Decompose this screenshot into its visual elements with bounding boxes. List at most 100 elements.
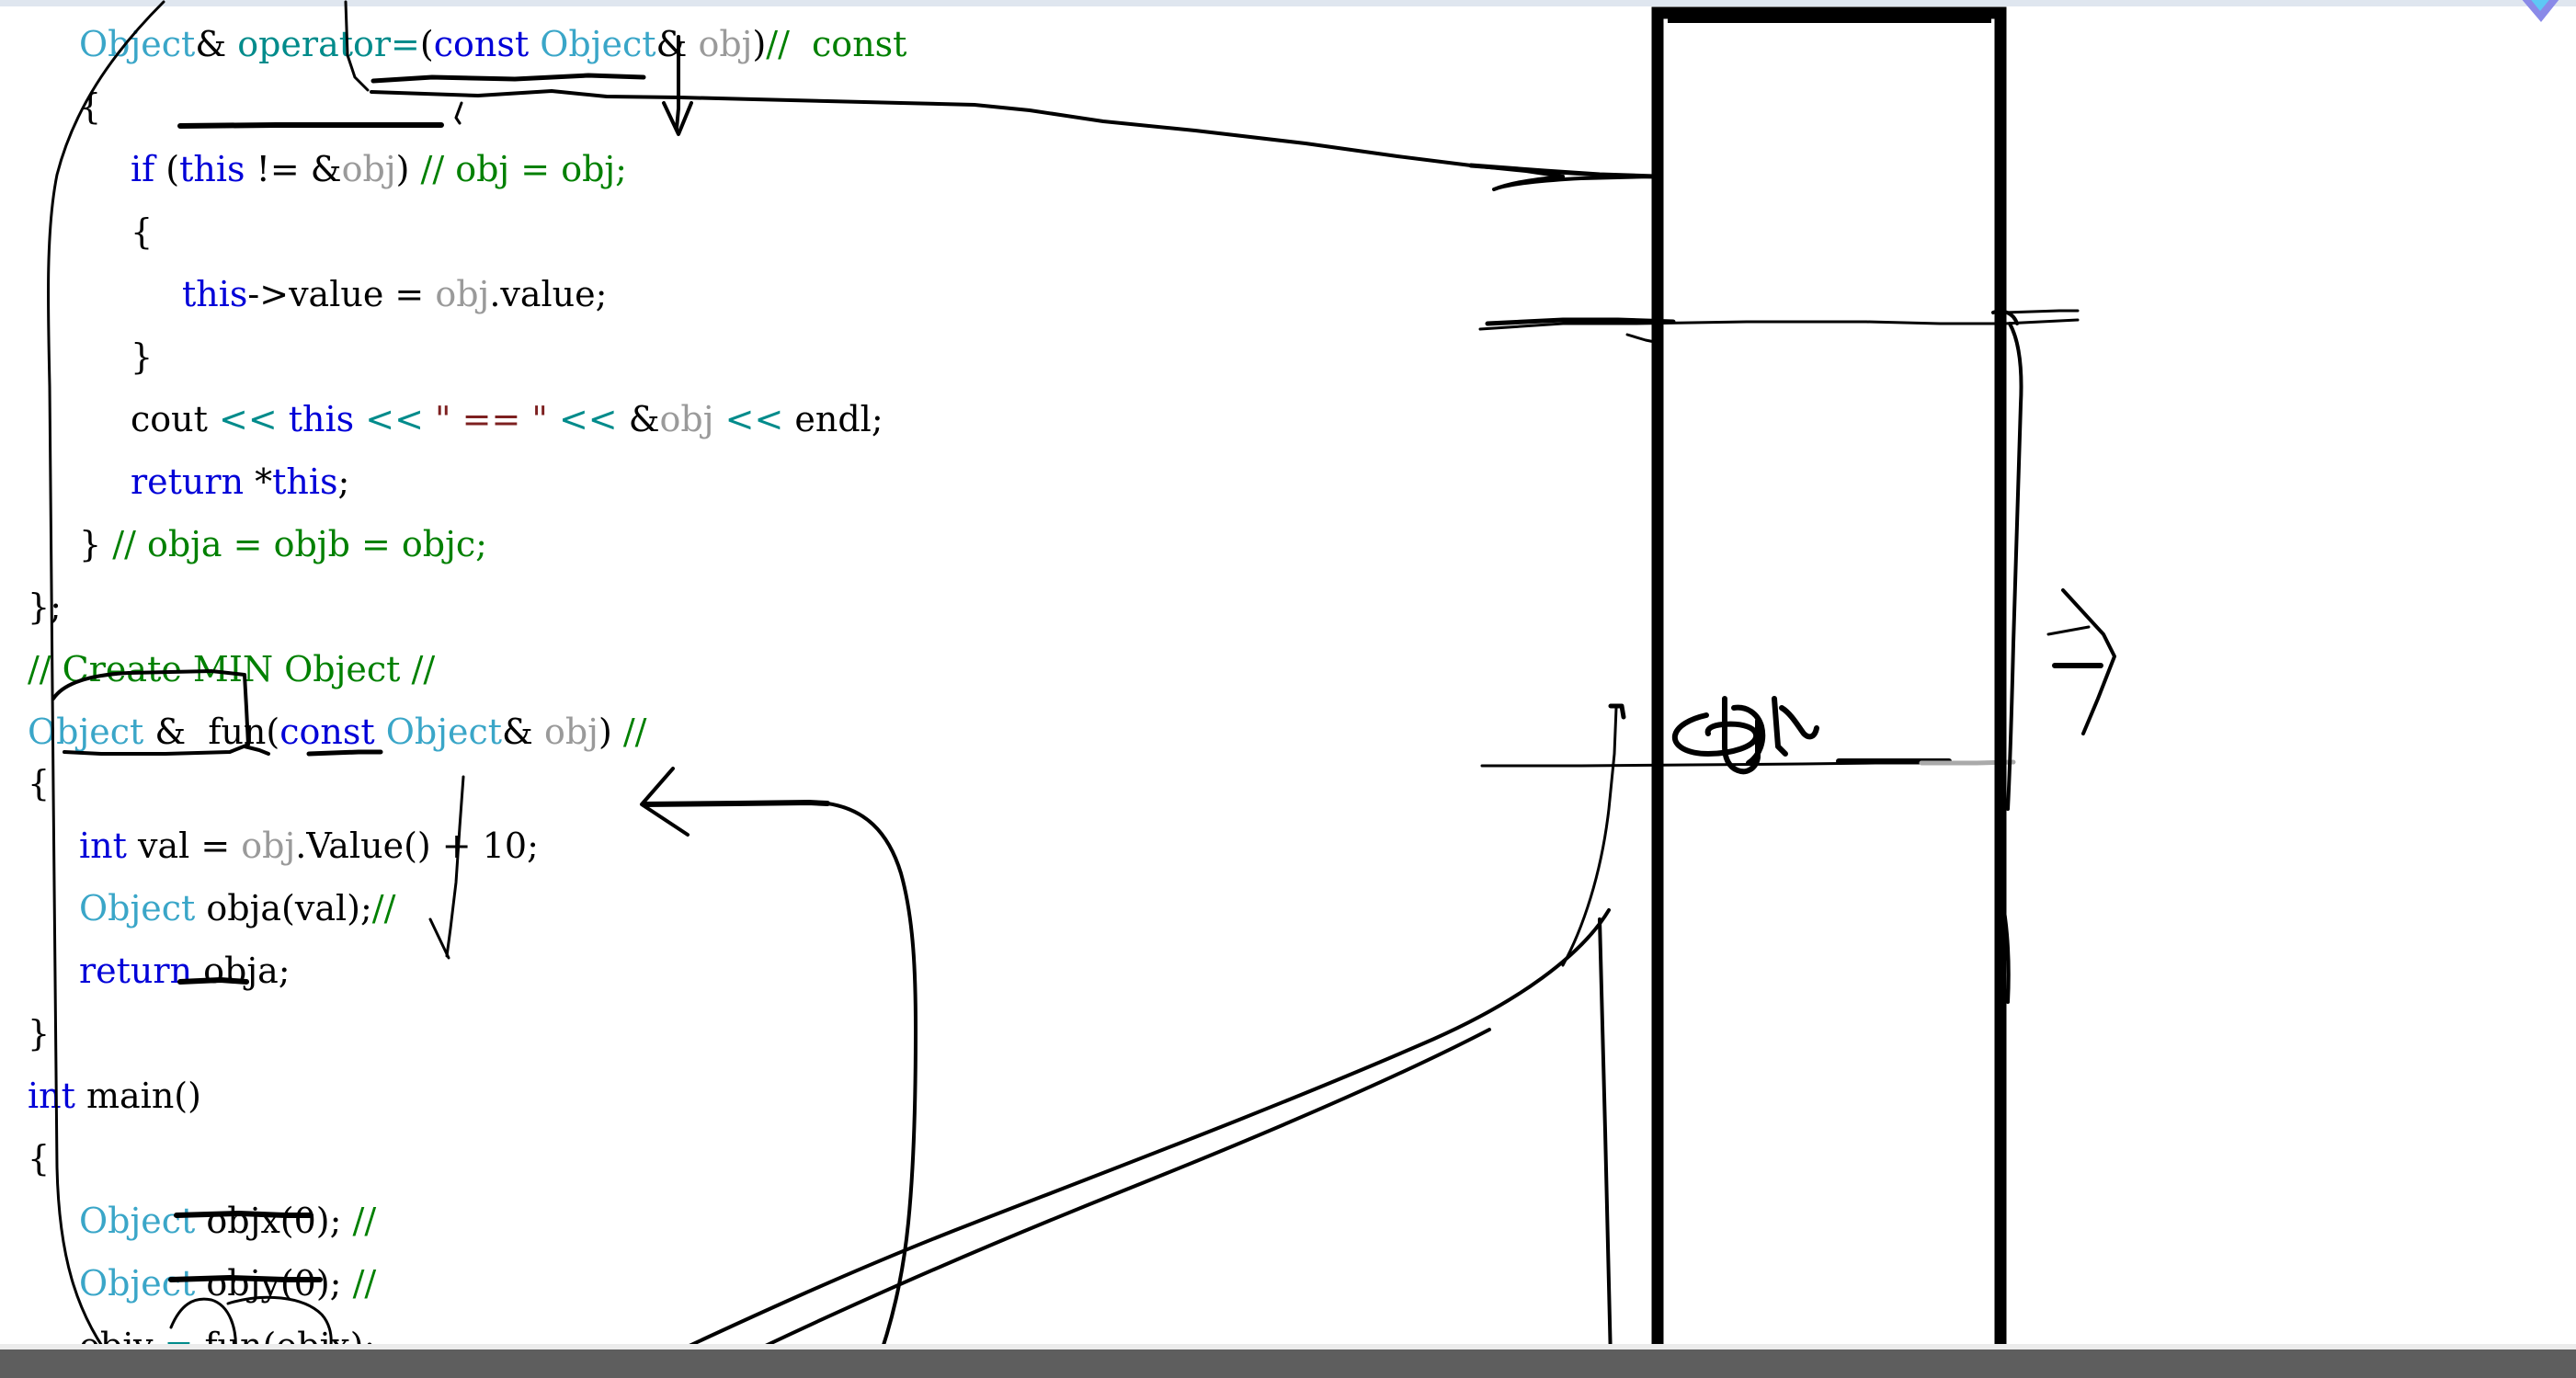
code-line: // Create MIN Object //	[28, 638, 435, 700]
code-token: ->value =	[247, 274, 436, 314]
code-line: {	[28, 1127, 50, 1190]
code-token: this	[182, 274, 248, 314]
code-line: return *this;	[131, 450, 349, 513]
code-line: Object obja(val);//	[79, 877, 395, 940]
code-token: int	[79, 826, 127, 866]
code-token: )	[752, 24, 767, 64]
code-line: Object objx(0); //	[79, 1190, 376, 1252]
obj-memory-box	[1651, 6, 2007, 1378]
ink-rule-box-upper-b	[1485, 317, 1676, 326]
obj-memory-box-top-bar	[1668, 15, 1991, 23]
code-token: Object	[79, 24, 196, 64]
ink-hook-right-top	[1991, 309, 2019, 325]
code-token: Object	[79, 1201, 196, 1241]
ink-rule-box-lower-c	[1919, 759, 2016, 766]
code-token: &	[143, 712, 209, 752]
code-token: obja(val);	[195, 888, 372, 928]
code-token: )	[395, 149, 421, 189]
code-token: obj	[241, 826, 296, 866]
code-token: objy(0);	[195, 1263, 353, 1304]
code-token: .value;	[489, 274, 608, 314]
code-line: if (this != &obj) // obj = obj;	[131, 138, 627, 200]
code-token: cout	[131, 399, 219, 439]
code-line: Object& operator=(const Object& obj)// c…	[79, 13, 906, 75]
code-token: <<	[365, 399, 424, 439]
code-token: Object	[385, 712, 503, 752]
handwritten-obj-b-bowl	[1731, 704, 1766, 766]
code-token: *	[244, 461, 273, 502]
code-line: int main()	[28, 1065, 201, 1127]
code-line: {	[79, 75, 101, 138]
code-token: objx(0);	[195, 1201, 353, 1241]
code-token: // Create MIN Object //	[28, 649, 436, 689]
code-token: obj	[698, 24, 753, 64]
code-token: operator=	[237, 24, 420, 64]
code-token: //	[352, 1263, 377, 1304]
code-token: " == "	[435, 399, 548, 439]
code-token: ;	[337, 461, 350, 502]
code-token: <<	[218, 399, 278, 439]
ink-hook-left-of-obj-top	[1608, 703, 1626, 720]
ink-rule-box-lower-a	[1480, 761, 1942, 768]
ink-hook-box-bottom	[1598, 917, 1613, 1362]
ink-hook-left-of-obj	[1561, 706, 1618, 967]
code-token: };	[28, 587, 62, 627]
code-token: main()	[74, 1076, 201, 1116]
code-token: &	[655, 24, 699, 64]
code-line: }	[131, 325, 153, 388]
code-token: }	[28, 1013, 51, 1053]
code-token: Object	[540, 24, 656, 64]
code-token: obj	[659, 399, 714, 439]
code-token: const	[433, 24, 530, 64]
code-token: obja;	[192, 951, 291, 991]
code-line: {	[28, 752, 50, 814]
code-line: } // obja = objb = objc;	[79, 513, 487, 575]
code-token: endl;	[783, 399, 883, 439]
code-token: &	[617, 399, 660, 439]
code-token: return	[79, 951, 193, 991]
ink-arrow-right-outside-feather	[2046, 625, 2091, 636]
handwritten-obj-o	[1671, 712, 1760, 757]
code-token: {	[28, 1138, 51, 1179]
handwritten-obj-j	[1772, 696, 1788, 757]
code-token: }	[79, 524, 113, 564]
ink-flow-to-box-top	[1492, 175, 1657, 191]
code-token: Object	[28, 712, 144, 752]
code-line: int val = obj.Value() + 10;	[79, 814, 539, 877]
code-token: .Value() + 10;	[295, 826, 539, 866]
code-token: return	[131, 461, 245, 502]
code-token: int	[28, 1076, 75, 1116]
code-line: Object objy(0); //	[79, 1252, 376, 1315]
code-token: obj	[543, 712, 598, 752]
code-line: this->value = obj.value;	[182, 263, 607, 325]
code-line: cout << this << " == " << &obj << endl;	[131, 388, 883, 450]
horizontal-scrollbar[interactable]	[0, 1350, 2576, 1378]
code-line: return obja;	[79, 940, 291, 1002]
code-token: obj	[341, 149, 396, 189]
code-token: != &	[245, 149, 342, 189]
code-token: <<	[558, 399, 618, 439]
code-token: (	[154, 149, 180, 189]
code-token: &	[502, 712, 544, 752]
code-token: obj	[435, 274, 490, 314]
code-token: (	[266, 712, 280, 752]
ink-arrow-right-outside	[2061, 588, 2116, 735]
code-token: this	[272, 461, 338, 502]
ink-line-box-left-entry	[1468, 163, 1658, 179]
code-token: this	[179, 149, 245, 189]
code-token: this	[288, 399, 355, 439]
code-line: {	[131, 200, 153, 263]
code-token: Object	[79, 1263, 196, 1304]
code-token: // obj = obj;	[420, 149, 627, 189]
ink-rule-box-upper-a	[1478, 318, 2080, 331]
code-token: Object	[79, 888, 196, 928]
code-token: // obja = objb = objc;	[112, 524, 487, 564]
code-token: <<	[724, 399, 784, 439]
code-editor-surface[interactable]: Object& operator=(const Object& obj)// c…	[0, 0, 1379, 1378]
